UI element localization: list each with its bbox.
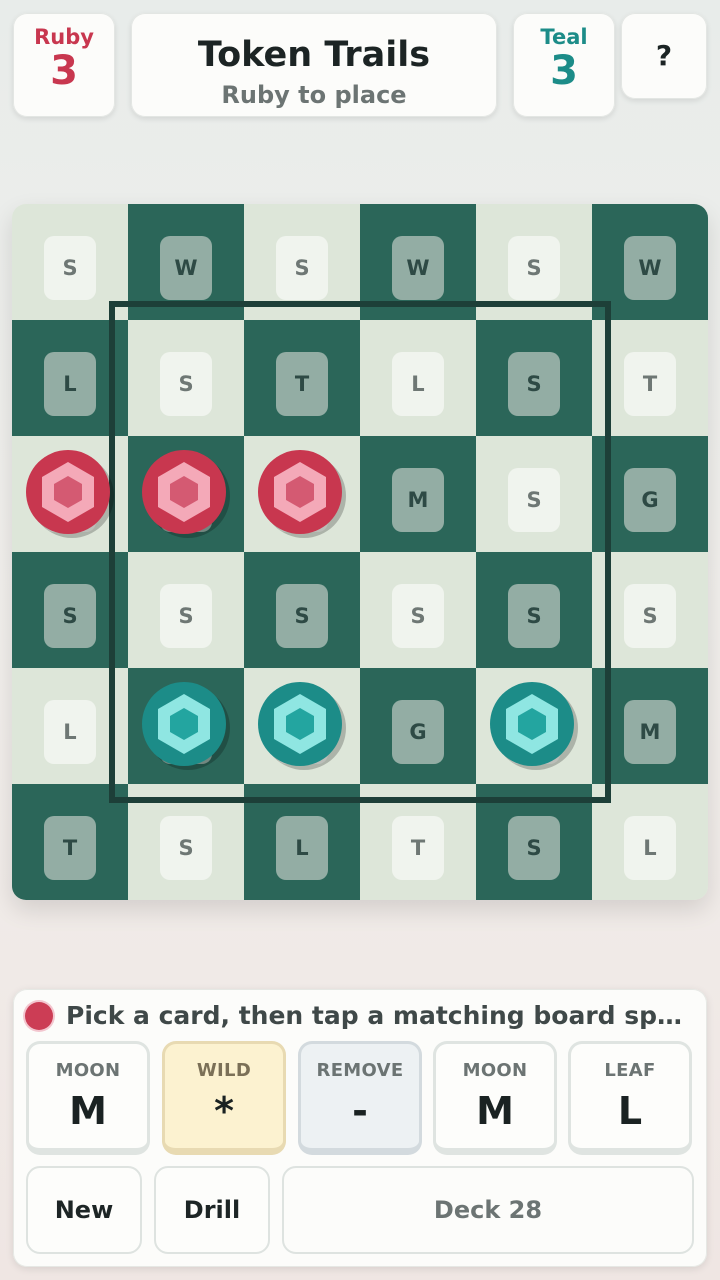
board-cell[interactable]: S: [244, 552, 360, 668]
card-symbol: M: [69, 1089, 107, 1133]
cell-symbol: T: [276, 352, 328, 416]
board-cell[interactable]: S: [360, 552, 476, 668]
teal-token: [140, 680, 232, 772]
board-cell[interactable]: S: [476, 320, 592, 436]
teal-score-card: Teal 3: [513, 13, 615, 117]
ruby-token: [256, 448, 348, 540]
cell-symbol: L: [44, 352, 96, 416]
ruby-score-card: Ruby 3: [13, 13, 115, 117]
card-leaf[interactable]: LEAF L: [568, 1041, 692, 1155]
board-cell[interactable]: S: [12, 552, 128, 668]
board-cell[interactable]: L: [12, 320, 128, 436]
deck-counter: Deck 28: [282, 1166, 694, 1254]
instruction-text: Pick a card, then tap a matching board s…: [66, 1001, 683, 1030]
ruby-token: [24, 448, 116, 540]
board-cell[interactable]: S: [128, 320, 244, 436]
cell-symbol: S: [392, 584, 444, 648]
game-board: SWSWSWLSTLSTTWLMSGSSSSSSLWTGSMTSLTSL: [12, 204, 708, 900]
drill-button[interactable]: Drill: [154, 1166, 270, 1254]
cell-symbol: S: [508, 236, 560, 300]
board-cell[interactable]: T: [592, 320, 708, 436]
cell-symbol: T: [624, 352, 676, 416]
cell-symbol: S: [508, 468, 560, 532]
card-symbol: L: [617, 1089, 643, 1133]
card-remove[interactable]: REMOVE -: [298, 1041, 422, 1155]
cell-symbol: L: [624, 816, 676, 880]
board-cell[interactable]: S: [476, 436, 592, 552]
card-symbol: -: [352, 1089, 368, 1133]
board-cell[interactable]: W: [592, 204, 708, 320]
board-cell[interactable]: L: [12, 668, 128, 784]
ruby-score: 3: [50, 48, 78, 94]
turn-status: Ruby to place: [221, 81, 407, 109]
cell-symbol: S: [276, 584, 328, 648]
board-cell[interactable]: W: [128, 204, 244, 320]
cell-symbol: G: [624, 468, 676, 532]
board-cell[interactable]: W: [360, 204, 476, 320]
board-cell[interactable]: G: [360, 668, 476, 784]
cell-symbol: S: [508, 352, 560, 416]
cell-symbol: S: [624, 584, 676, 648]
cell-symbol: S: [508, 584, 560, 648]
board-cell[interactable]: T: [244, 320, 360, 436]
new-game-button[interactable]: New: [26, 1166, 142, 1254]
cell-symbol: M: [624, 700, 676, 764]
cell-symbol: T: [392, 816, 444, 880]
card-symbol: *: [214, 1089, 234, 1133]
board-cell[interactable]: T: [360, 784, 476, 900]
board-cell[interactable]: L: [244, 784, 360, 900]
help-button[interactable]: ?: [621, 13, 707, 99]
cell-symbol: S: [276, 236, 328, 300]
ruby-player-name: Ruby: [34, 25, 94, 49]
board-cell[interactable]: S: [12, 204, 128, 320]
cell-symbol: S: [44, 236, 96, 300]
board-cell[interactable]: S: [128, 552, 244, 668]
board-cell[interactable]: S: [128, 784, 244, 900]
card-label: MOON: [55, 1060, 121, 1081]
board-cell[interactable]: M: [592, 668, 708, 784]
board-cell[interactable]: L: [360, 320, 476, 436]
ruby-token: [140, 448, 232, 540]
board-cell[interactable]: S: [476, 784, 592, 900]
card-symbol: M: [476, 1089, 514, 1133]
card-moon[interactable]: MOON M: [433, 1041, 557, 1155]
card-panel: Pick a card, then tap a matching board s…: [13, 989, 707, 1267]
board-cell[interactable]: L: [592, 784, 708, 900]
cell-symbol: W: [392, 236, 444, 300]
cell-symbol: S: [160, 816, 212, 880]
cell-symbol: W: [160, 236, 212, 300]
board-cell[interactable]: S: [476, 552, 592, 668]
cell-symbol: L: [392, 352, 444, 416]
teal-token: [488, 680, 580, 772]
cell-symbol: W: [624, 236, 676, 300]
cell-symbol: L: [276, 816, 328, 880]
board-cell[interactable]: M: [360, 436, 476, 552]
card-label: LEAF: [604, 1060, 656, 1081]
cell-symbol: S: [44, 584, 96, 648]
card-label: MOON: [462, 1060, 528, 1081]
cell-symbol: T: [44, 816, 96, 880]
cell-symbol: G: [392, 700, 444, 764]
teal-score: 3: [550, 48, 578, 94]
board-cell[interactable]: S: [244, 204, 360, 320]
card-label: REMOVE: [316, 1060, 404, 1081]
card-wild[interactable]: WILD *: [162, 1041, 286, 1155]
teal-player-name: Teal: [540, 25, 588, 49]
board-cell[interactable]: S: [592, 552, 708, 668]
board-cell[interactable]: G: [592, 436, 708, 552]
board-cell[interactable]: T: [12, 784, 128, 900]
cell-symbol: L: [44, 700, 96, 764]
card-moon[interactable]: MOON M: [26, 1041, 150, 1155]
teal-token: [256, 680, 348, 772]
game-title: Token Trails: [197, 35, 431, 75]
current-player-dot: [25, 1002, 53, 1030]
cell-symbol: M: [392, 468, 444, 532]
cell-symbol: S: [160, 584, 212, 648]
title-card: Token Trails Ruby to place: [131, 13, 497, 117]
board-cell[interactable]: S: [476, 204, 592, 320]
cell-symbol: S: [508, 816, 560, 880]
cell-symbol: S: [160, 352, 212, 416]
card-label: WILD: [196, 1060, 252, 1081]
